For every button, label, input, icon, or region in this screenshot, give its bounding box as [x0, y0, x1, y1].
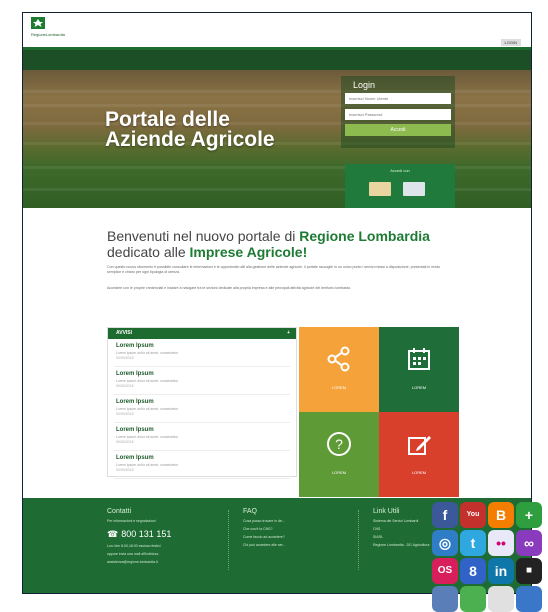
avviso-title[interactable]: Lorem Ipsum: [116, 455, 154, 461]
plus-icon[interactable]: +: [516, 502, 542, 528]
phone-number[interactable]: ☎ 800 131 151: [107, 528, 227, 540]
social-icons-overlay: f You B + ◎ t •• ∞ OS 8 in ■: [412, 494, 548, 612]
welcome-line2-prefix: dedicato alle: [107, 244, 190, 260]
tile-help[interactable]: ? LOREM: [299, 412, 379, 497]
faq-link[interactable]: Che cos'è la CNS?: [243, 527, 353, 531]
avviso-summary: Lorem ipsum dolor sit amet, consectetur: [116, 407, 179, 411]
contatti-line: Per informazioni e segnalazioni: [107, 519, 156, 523]
card-access-panel: Accedi con: [345, 164, 455, 208]
logo-text: RegioneLombardia: [31, 32, 65, 37]
avviso-title[interactable]: Lorem Ipsum: [116, 399, 154, 405]
contatti-line: oppure invia una mail all'indirizzo:: [107, 552, 160, 556]
grid-icon[interactable]: ■: [516, 558, 542, 584]
crs-card-icon[interactable]: [369, 182, 391, 196]
list-item[interactable]: Lorem Ipsum Lorem ipsum dolor sit amet, …: [114, 339, 290, 367]
blogger-icon[interactable]: B: [488, 502, 514, 528]
footer-contatti-title: Contatti: [107, 508, 132, 515]
twitter-icon[interactable]: t: [460, 530, 486, 556]
main-content: Benvenuti nel nuovo portale di Regione L…: [23, 208, 531, 498]
avviso-title[interactable]: Lorem Ipsum: [116, 427, 154, 433]
avviso-summary: Lorem ipsum dolor sit amet, consectetur: [116, 379, 179, 383]
contatti-line: Lun-Ven 8:00-18:00 escluso festivi: [107, 544, 161, 548]
googleplus-icon[interactable]: 8: [460, 558, 486, 584]
share-icon: [327, 346, 350, 372]
top-header: RegioneLombardia LOGIN: [23, 13, 531, 50]
hero-title: Portale delle Aziende Agricole: [105, 108, 325, 151]
tile-label: LOREM: [411, 470, 427, 475]
footer-faq-title: FAQ: [243, 508, 258, 515]
svg-text:?: ?: [335, 436, 343, 452]
list-item[interactable]: Lorem Ipsum Lorem ipsum dolor sit amet, …: [114, 423, 290, 451]
welcome-line1-prefix: Benvenuti nel nuovo portale di: [107, 228, 300, 244]
avviso-date: 00/00/2015: [116, 468, 134, 472]
cns-card-icon[interactable]: [403, 182, 425, 196]
social-icon-partial[interactable]: [460, 586, 486, 612]
login-button[interactable]: Accedi: [345, 124, 451, 136]
card-access-title: Accedi con: [390, 168, 410, 173]
faq-link[interactable]: Come faccio ad accedere?: [243, 535, 353, 539]
misc-icon[interactable]: ∞: [516, 530, 542, 556]
list-item[interactable]: Lorem Ipsum Lorem ipsum dolor sit amet, …: [114, 451, 290, 479]
tile-share[interactable]: LOREM: [299, 327, 379, 412]
footer-faq: FAQ Cosa posso trovare in de... Che cos'…: [243, 508, 353, 547]
avvisi-panel: AVVISI + Lorem Ipsum Lorem ipsum dolor s…: [107, 327, 297, 479]
service-tiles: LOREM LOREM ? LOREM LOREM: [299, 327, 459, 497]
hero-banner: Portale delle Aziende Agricole Login Acc…: [23, 70, 531, 208]
youtube-icon[interactable]: You: [460, 502, 486, 528]
edit-icon: [408, 436, 431, 455]
intro-paragraph: Accedere con le proprie credenziali e in…: [107, 286, 352, 290]
avvisi-expand-icon[interactable]: +: [287, 328, 290, 339]
tile-edit[interactable]: LOREM: [379, 412, 459, 497]
os-icon[interactable]: OS: [432, 558, 458, 584]
avviso-title[interactable]: Lorem Ipsum: [116, 343, 154, 349]
welcome-heading: Benvenuti nel nuovo portale di Regione L…: [107, 228, 447, 260]
avviso-date: 00/00/2015: [116, 356, 134, 360]
avviso-summary: Lorem ipsum dolor sit amet, consectetur: [116, 463, 179, 467]
intro-paragraph: Con questo nuovo strumento è possibile c…: [107, 265, 441, 274]
social-icon-partial[interactable]: [516, 586, 542, 612]
list-item[interactable]: Lorem Ipsum Lorem ipsum dolor sit amet, …: [114, 367, 290, 395]
faq-link[interactable]: Chi può accedere alle ser...: [243, 543, 353, 547]
tile-label: LOREM: [411, 385, 427, 390]
password-input[interactable]: [345, 109, 451, 120]
avviso-title[interactable]: Lorem Ipsum: [116, 371, 154, 377]
facebook-icon[interactable]: f: [432, 502, 458, 528]
tile-calendar[interactable]: LOREM: [379, 327, 459, 412]
flickr-icon[interactable]: ••: [488, 530, 514, 556]
avvisi-title: AVVISI: [116, 330, 133, 336]
tile-label: LOREM: [331, 385, 347, 390]
social-icon-partial[interactable]: [488, 586, 514, 612]
welcome-line2-highlight: Imprese Agricole!: [189, 244, 308, 260]
hero-title-line1: Portale delle: [105, 108, 230, 131]
avvisi-header[interactable]: AVVISI +: [108, 328, 296, 339]
header-band: [23, 50, 531, 70]
login-link[interactable]: LOGIN: [500, 39, 521, 46]
picasa-icon[interactable]: ◎: [432, 530, 458, 556]
avviso-summary: Lorem ipsum dolor sit amet, consectetur: [116, 351, 179, 355]
footer-divider: [228, 510, 230, 570]
footer-divider: [358, 510, 360, 570]
help-icon: ?: [327, 432, 351, 456]
phone-icon: ☎: [107, 529, 119, 539]
linkedin-icon[interactable]: in: [488, 558, 514, 584]
social-icon-partial[interactable]: [432, 586, 458, 612]
contatti-email[interactable]: assistenza@regione.lombardia.it: [107, 560, 227, 564]
phone-value: 800 131 151: [121, 529, 172, 539]
welcome-line1-highlight: Regione Lombardia: [299, 228, 430, 244]
avviso-summary: Lorem ipsum dolor sit amet, consectetur: [116, 435, 179, 439]
avviso-date: 00/00/2015: [116, 384, 134, 388]
avviso-date: 00/00/2015: [116, 412, 134, 416]
calendar-icon: [408, 348, 430, 370]
tile-label: LOREM: [331, 470, 347, 475]
footer-contatti: Contatti Per informazioni e segnalazioni…: [107, 508, 227, 564]
avviso-date: 00/00/2015: [116, 440, 134, 444]
hero-title-line2: Aziende Agricole: [105, 128, 275, 151]
regione-lombardia-logo[interactable]: [31, 17, 45, 29]
username-input[interactable]: [345, 93, 451, 104]
faq-link[interactable]: Cosa posso trovare in de...: [243, 519, 353, 523]
login-title: Login: [353, 80, 376, 90]
list-item[interactable]: Lorem Ipsum Lorem ipsum dolor sit amet, …: [114, 395, 290, 423]
login-panel: Login Accedi: [341, 76, 455, 148]
